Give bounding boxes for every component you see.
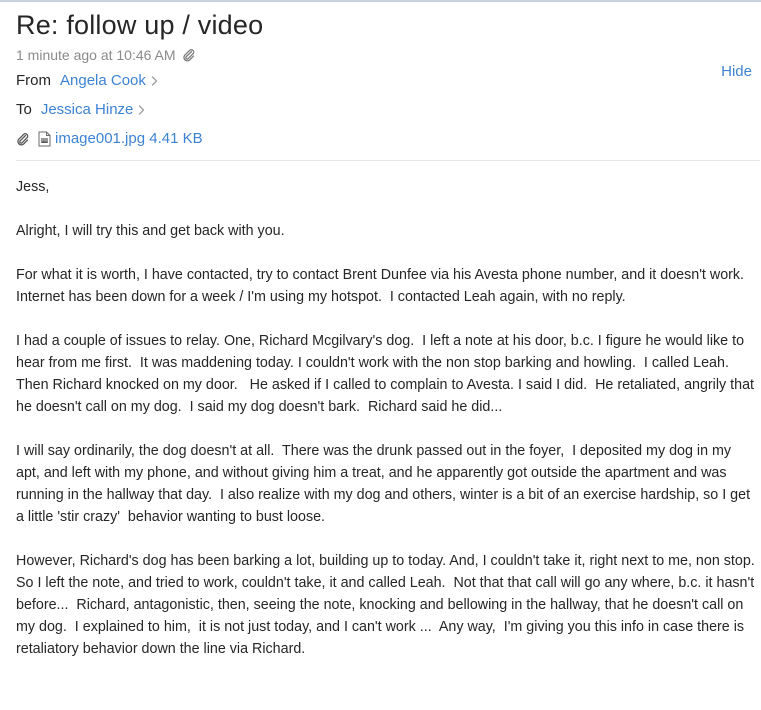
body-paragraph: However, Richard's dog has been barking … xyxy=(16,553,755,657)
message-header: Re: follow up / video 1 minute ago at 10… xyxy=(16,9,760,149)
chevron-right-icon[interactable] xyxy=(137,104,146,116)
attachment-row: image001.jpg 4.41 KB xyxy=(16,129,760,149)
hide-details-link[interactable]: Hide xyxy=(721,62,752,82)
from-label: From xyxy=(16,72,51,89)
from-row: From Angela Cook xyxy=(16,71,760,91)
message-meta: 1 minute ago at 10:46 AM xyxy=(16,45,760,65)
body-paragraph: I had a couple of issues to relay. One, … xyxy=(16,333,758,415)
paperclip-icon xyxy=(17,133,29,146)
body-paragraph: I will say ordinarily, the dog doesn't a… xyxy=(16,443,755,525)
recipient-contact-link[interactable]: Jessica Hinze xyxy=(41,100,134,120)
body-paragraph: Alright, I will try this and get back wi… xyxy=(16,223,285,239)
attachment-link[interactable]: image001.jpg 4.41 KB xyxy=(55,129,203,149)
to-row: To Jessica Hinze xyxy=(16,100,760,120)
paperclip-icon xyxy=(182,49,194,62)
body-paragraph: Jess, xyxy=(16,179,50,195)
window-top-border xyxy=(0,0,761,2)
sender-contact-link[interactable]: Angela Cook xyxy=(60,71,146,91)
message-body: Jess, Alright, I will try this and get b… xyxy=(16,176,756,682)
document-icon[interactable] xyxy=(38,131,51,147)
body-paragraph: For what it is worth, I have contacted, … xyxy=(16,267,752,305)
to-label: To xyxy=(16,101,32,118)
header-divider xyxy=(16,160,760,161)
message-subject: Re: follow up / video xyxy=(16,10,264,40)
chevron-right-icon[interactable] xyxy=(150,75,159,87)
message-timestamp: 1 minute ago at 10:46 AM xyxy=(16,47,176,63)
